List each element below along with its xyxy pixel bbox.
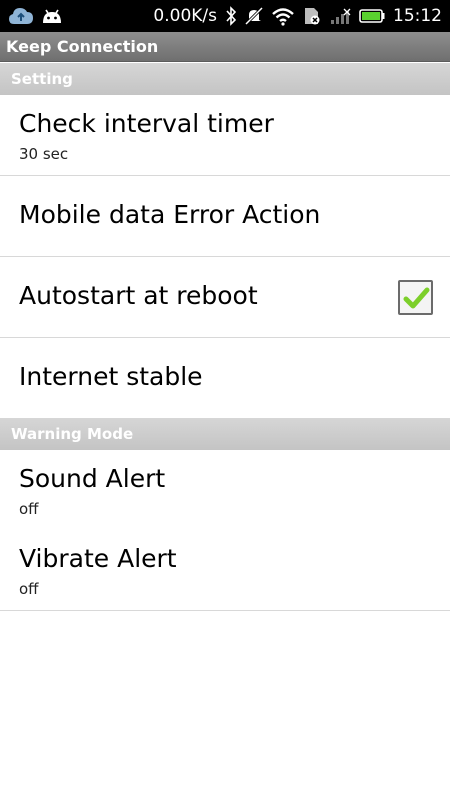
check-icon xyxy=(403,287,430,309)
pref-summary: off xyxy=(19,580,39,598)
cloud-upload-icon xyxy=(8,4,34,28)
section-header-label: Setting xyxy=(11,70,73,88)
section-header-setting: Setting xyxy=(0,63,450,95)
android-icon xyxy=(40,4,64,28)
battery-icon xyxy=(359,4,385,28)
section-header-warning-mode: Warning Mode xyxy=(0,418,450,450)
cell-signal-icon xyxy=(329,4,351,28)
clock: 15:12 xyxy=(393,6,442,26)
notifications-muted-icon xyxy=(245,4,263,28)
pref-summary: off xyxy=(19,500,39,518)
pref-vibrate-alert[interactable]: Vibrate Alert off xyxy=(0,530,450,611)
pref-title: Mobile data Error Action xyxy=(19,200,321,229)
pref-title: Autostart at reboot xyxy=(19,281,258,310)
pref-summary: 30 sec xyxy=(19,145,69,163)
status-bar: 0.00K/s 15:12 xyxy=(0,0,450,32)
pref-autostart-at-reboot[interactable]: Autostart at reboot xyxy=(0,257,450,338)
pref-internet-stable[interactable]: Internet stable xyxy=(0,338,450,419)
pref-sound-alert[interactable]: Sound Alert off xyxy=(0,450,450,531)
pref-title: Vibrate Alert xyxy=(19,544,177,573)
title-bar: Keep Connection xyxy=(0,32,450,62)
pref-mobile-data-error-action[interactable]: Mobile data Error Action xyxy=(0,176,450,257)
bluetooth-icon xyxy=(225,4,237,28)
pref-title: Sound Alert xyxy=(19,464,166,493)
pref-title: Internet stable xyxy=(19,362,203,391)
wifi-icon xyxy=(271,4,295,28)
pref-title: Check interval timer xyxy=(19,109,274,138)
app-title: Keep Connection xyxy=(6,37,159,56)
network-speed: 0.00K/s xyxy=(153,6,217,26)
sim-icon xyxy=(303,4,321,28)
section-header-label: Warning Mode xyxy=(11,425,134,443)
autostart-checkbox[interactable] xyxy=(398,280,433,315)
pref-check-interval-timer[interactable]: Check interval timer 30 sec xyxy=(0,95,450,176)
